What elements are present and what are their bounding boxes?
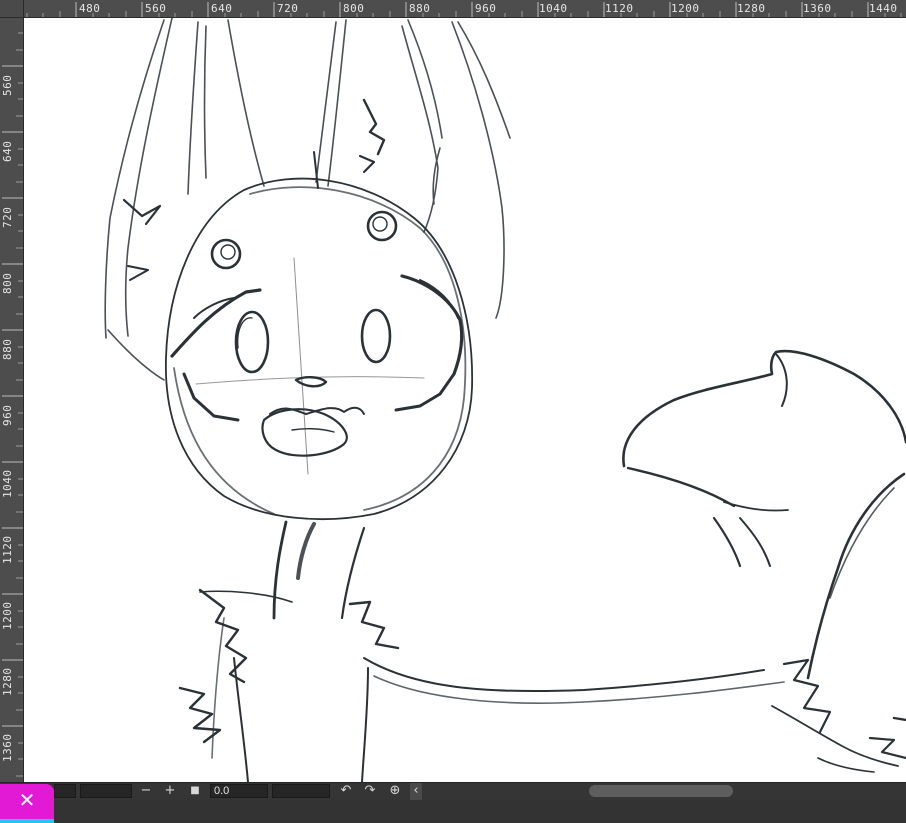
accent-strip xyxy=(0,819,54,823)
ruler-label: 720 xyxy=(1,206,14,228)
stop-button[interactable]: ■ xyxy=(187,783,203,800)
ruler-label: 1120 xyxy=(1,535,14,565)
ruler-label: 1200 xyxy=(1,601,14,631)
horizontal-scrollbar-thumb[interactable] xyxy=(589,785,733,797)
drawing-canvas[interactable] xyxy=(24,18,906,782)
fox-sketch xyxy=(104,18,906,782)
rotation-slider[interactable] xyxy=(272,784,330,798)
rotate-left-icon[interactable]: ↶ xyxy=(338,783,354,800)
close-button[interactable]: ✕ xyxy=(0,784,54,823)
ruler-label: 1200 xyxy=(671,2,700,15)
ruler-label: 880 xyxy=(1,338,14,360)
ruler-label: 1440 xyxy=(869,2,898,15)
collapse-icon[interactable]: ‹ xyxy=(410,783,422,800)
close-icon: ✕ xyxy=(18,788,36,812)
ruler-label: 640 xyxy=(211,2,233,15)
reset-rotation-icon[interactable]: ⊕ xyxy=(386,783,404,800)
footer-bar xyxy=(0,800,906,823)
ruler-label: 1360 xyxy=(803,2,832,15)
rotation-input[interactable]: 0.0 xyxy=(210,784,268,798)
zoom-out-button[interactable]: − xyxy=(138,783,154,800)
canvas-navigation-bar: − + ■ 0.0 ↶ ↷ ⊕ ‹ xyxy=(0,782,906,800)
ruler-label: 480 xyxy=(79,2,101,15)
ruler-label: 560 xyxy=(1,74,14,96)
ruler-label: 1280 xyxy=(737,2,766,15)
ruler-corner xyxy=(0,0,24,18)
ruler-label: 800 xyxy=(1,272,14,294)
horizontal-ruler[interactable]: 480 560 640 720 800 880 960 1040 1120 12… xyxy=(24,0,906,18)
ruler-label: 800 xyxy=(343,2,365,15)
ruler-label: 1360 xyxy=(1,733,14,763)
ruler-label: 1120 xyxy=(605,2,634,15)
ruler-label: 1040 xyxy=(539,2,568,15)
ruler-label: 1280 xyxy=(1,667,14,697)
ruler-label: 720 xyxy=(277,2,299,15)
ruler-label: 960 xyxy=(1,404,14,426)
ruler-label: 560 xyxy=(145,2,167,15)
vertical-ruler[interactable]: 560 640 720 800 880 960 1040 1120 1200 1… xyxy=(0,18,24,782)
ruler-label: 960 xyxy=(475,2,497,15)
ruler-label: 880 xyxy=(409,2,431,15)
flip-field[interactable] xyxy=(54,784,76,798)
zoom-in-button[interactable]: + xyxy=(162,783,178,800)
ruler-label: 640 xyxy=(1,140,14,162)
zoom-field[interactable] xyxy=(80,784,132,798)
ruler-label: 1040 xyxy=(1,469,14,499)
rotate-right-icon[interactable]: ↷ xyxy=(362,783,378,800)
